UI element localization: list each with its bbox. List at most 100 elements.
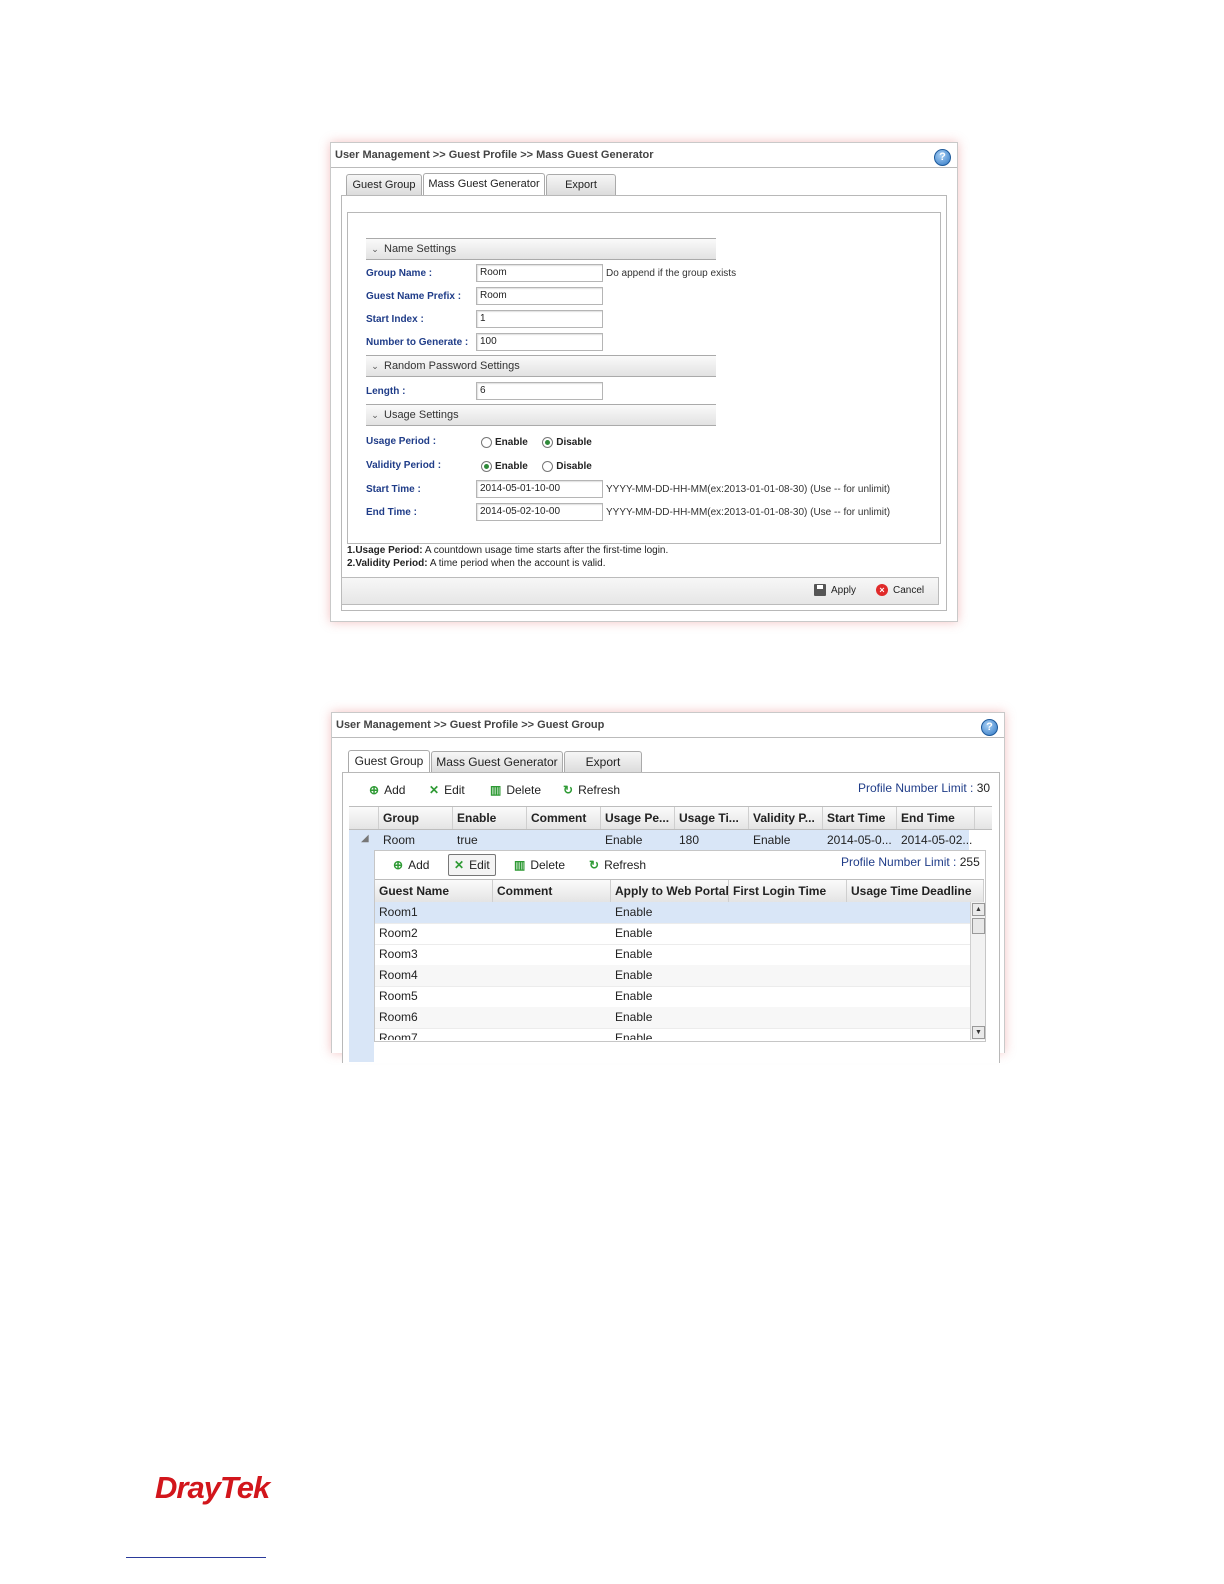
add-icon: ⊕ [369,783,380,797]
validity-period-note: 2.Validity Period: A time period when th… [347,558,605,569]
section-title: Random Password Settings [384,360,520,372]
profile-limit-value: 255 [959,855,980,869]
usage-disable-radio[interactable] [542,437,554,449]
usage-settings-header[interactable]: ⌄ Usage Settings [366,404,716,426]
col-enable[interactable]: Enable [453,807,527,829]
edit-label: Edit [444,783,465,797]
tab-guest-group[interactable]: Guest Group [348,750,430,772]
chevron-down-icon: ⌄ [371,361,379,371]
guest-row[interactable]: Room5 Enable [375,986,970,1008]
col-comment[interactable]: Comment [493,880,611,902]
start-index-label: Start Index : [366,314,424,325]
help-icon[interactable]: ? [981,719,998,736]
password-settings-header[interactable]: ⌄ Random Password Settings [366,355,716,377]
edit-group-button[interactable]: ✕ Edit [429,779,465,801]
guest-row[interactable]: Room4 Enable [375,965,970,987]
guest-row[interactable]: Room2 Enable [375,923,970,945]
col-usage-period[interactable]: Usage Pe... [601,807,675,829]
add-group-button[interactable]: ⊕ Add [369,779,405,801]
edit-label: Edit [469,858,490,872]
end-time-input[interactable]: 2014-05-02-10-00 [476,503,603,521]
validity-enable-radio[interactable] [481,461,492,473]
apply-label: Apply [831,585,857,596]
section-title: Name Settings [384,243,457,255]
group-name-input[interactable]: Room [476,264,603,282]
tab-mass-guest-generator[interactable]: Mass Guest Generator [423,173,545,195]
group-grid-header: Group Enable Comment Usage Pe... Usage T… [349,806,992,830]
end-time-label: End Time : [366,507,417,518]
tab-mass-guest-generator[interactable]: Mass Guest Generator [431,751,563,772]
name-settings-header[interactable]: ⌄ Name Settings [366,238,716,260]
guest-name-prefix-input[interactable]: Room [476,287,603,305]
guest-toolbar: ⊕ Add ✕ Edit ▥ Delete ↻ Refresh Profile Numb… [375,854,985,876]
delete-guest-button[interactable]: ▥ Delete [514,854,565,876]
cell-web-portal: Enable [615,905,653,919]
usage-period-note: 1.Usage Period: A countdown usage time s… [347,545,668,556]
delete-group-button[interactable]: ▥ Delete [490,779,541,801]
action-bar: Apply × Cancel [341,577,939,605]
apply-button[interactable]: Apply [814,583,856,599]
cancel-icon: × [876,584,888,597]
cell-web-portal: Enable [615,989,653,1003]
cancel-label: Cancel [893,585,925,596]
validity-disable-radio[interactable] [542,461,554,473]
scroll-up-icon[interactable]: ▲ [972,903,985,916]
start-time-hint: YYYY-MM-DD-HH-MM(ex:2013-01-01-08-30) (U… [606,484,891,495]
validity-period-radios: Enable Disable [481,458,602,476]
guest-grid-header: Guest Name Comment Apply to Web Portal F… [375,879,984,903]
help-icon[interactable]: ? [934,149,951,166]
tools-icon: ✕ [429,783,440,797]
tab-export[interactable]: Export [546,174,616,195]
length-input[interactable]: 6 [476,382,603,400]
col-end-time[interactable]: End Time [897,807,975,829]
start-time-label: Start Time : [366,484,421,495]
scroll-down-icon[interactable]: ▼ [972,1026,985,1039]
cell-web-portal: Enable [615,926,653,940]
add-guest-button[interactable]: ⊕ Add [393,854,429,876]
col-group[interactable]: Group [379,807,453,829]
end-time-hint: YYYY-MM-DD-HH-MM(ex:2013-01-01-08-30) (U… [606,507,891,518]
col-guest-name[interactable]: Guest Name [375,880,493,902]
chevron-down-icon: ⌄ [371,244,379,254]
note-text: A countdown usage time starts after the … [422,545,669,556]
start-time-input[interactable]: 2014-05-01-10-00 [476,480,603,498]
cell-web-portal: Enable [615,1031,653,1040]
cancel-button[interactable]: × Cancel [876,583,924,599]
guest-row[interactable]: Room3 Enable [375,944,970,966]
group-name-hint: Do append if the group exists [606,268,737,279]
col-apply-web-portal[interactable]: Apply to Web Portal [611,880,729,902]
profile-limit-label: Profile Number Limit : [858,781,974,795]
usage-enable-radio[interactable] [481,437,492,449]
guest-subgrid: ⊕ Add ✕ Edit ▥ Delete ↻ Refresh Profile Numb… [374,850,986,1042]
col-validity-period[interactable]: Validity P... [749,807,823,829]
col-usage-time-deadline[interactable]: Usage Time Deadline [847,880,984,902]
tab-content: ⌄ Name Settings Group Name : Room Do appe… [341,195,947,611]
refresh-group-button[interactable]: ↻ Refresh [563,779,620,801]
collapse-triangle-icon[interactable]: ◢ [357,833,369,844]
col-comment[interactable]: Comment [527,807,601,829]
guest-row[interactable]: Room6 Enable [375,1007,970,1029]
guest-row[interactable]: Room1 Enable [375,902,970,924]
group-row-room[interactable]: ◢ Room true Enable 180 Enable 2014-05-0.… [349,830,972,850]
scroll-thumb[interactable] [972,918,985,934]
tab-guest-group[interactable]: Guest Group [346,174,422,195]
profile-limit-label: Profile Number Limit : [841,855,957,869]
cell-guest-name: Room5 [379,989,418,1003]
col-start-time[interactable]: Start Time [823,807,897,829]
number-to-generate-input[interactable]: 100 [476,333,603,351]
cell-guest-name: Room4 [379,968,418,982]
cell-usage-period: Enable [605,833,643,847]
col-usage-time[interactable]: Usage Ti... [675,807,749,829]
refresh-guest-button[interactable]: ↻ Refresh [589,854,646,876]
refresh-label: Refresh [578,783,621,797]
radio-label: Disable [556,461,592,473]
cell-validity-period: Enable [753,833,791,847]
col-first-login-time[interactable]: First Login Time [729,880,847,902]
validity-period-label: Validity Period : [366,460,442,471]
note-text: A time period when the account is valid. [427,558,606,569]
start-index-input[interactable]: 1 [476,310,603,328]
tab-export[interactable]: Export [564,751,642,772]
guest-scrollbar[interactable]: ▲ ▼ [970,902,985,1040]
guest-row[interactable]: Room7 Enable [375,1028,970,1040]
edit-guest-button[interactable]: ✕ Edit [448,854,496,876]
